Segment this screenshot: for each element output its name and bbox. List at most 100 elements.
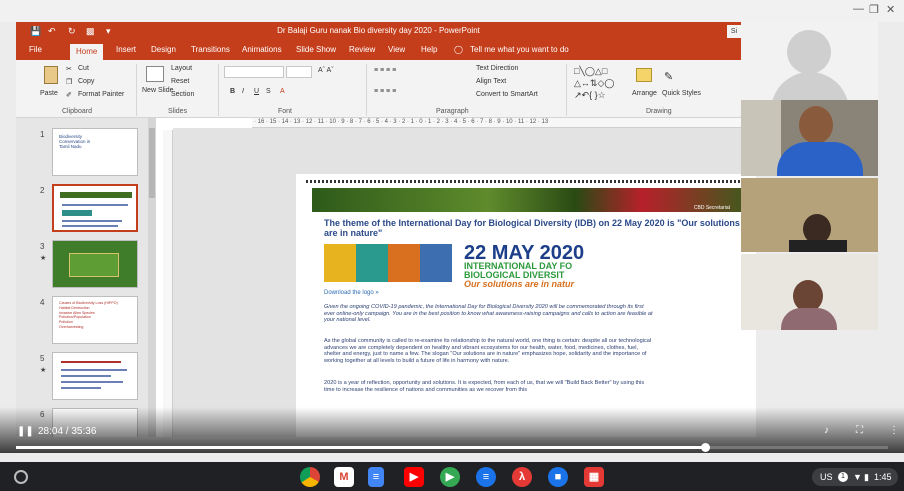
hero-banner-image <box>312 188 752 212</box>
slide-thumbnail-2[interactable] <box>52 184 138 232</box>
more-options-icon[interactable]: ⋮ <box>889 425 899 436</box>
sign-in-button[interactable]: Si <box>727 25 741 38</box>
font-size-dropdown[interactable] <box>286 66 312 78</box>
minimize-icon[interactable]: — <box>853 3 864 15</box>
youtube-icon[interactable]: ▶ <box>404 467 424 487</box>
group-font: Font <box>278 108 293 115</box>
launcher-icon[interactable] <box>14 470 28 484</box>
slide-thumbnails-pane: 1 Biodiversity Conservation in Tamil Nad… <box>16 118 150 437</box>
convert-smartart-button[interactable]: Convert to SmartArt <box>476 91 538 98</box>
desktop-top-bar: — ❐ ✕ <box>0 0 904 22</box>
docs-icon[interactable]: ≡ <box>368 467 384 487</box>
quick-styles-button[interactable]: Quick Styles <box>662 90 701 97</box>
tab-home[interactable]: Home <box>70 44 104 60</box>
tab-review[interactable]: Review <box>349 45 375 54</box>
tab-animations[interactable]: Animations <box>242 45 282 54</box>
slide-canvas: CBD Secretariat The theme of the Interna… <box>173 128 756 437</box>
messages-icon[interactable]: ≡ <box>476 467 496 487</box>
participant-tile-speaker <box>741 100 880 176</box>
format-painter-button[interactable]: Format Painter <box>78 91 124 98</box>
battery-icon: ▮ <box>864 472 869 482</box>
avatar-icon <box>787 30 831 74</box>
shapes-gallery-row2-icon[interactable]: △↔⇅◇◯ <box>574 78 614 89</box>
thumb-text: Overharvesting <box>59 324 84 329</box>
pause-icon[interactable]: ❚❚ <box>17 426 34 437</box>
restore-icon[interactable]: ❐ <box>869 3 879 16</box>
slide-paragraph-1: Given the ongoing COVID-19 pandemic, the… <box>324 304 653 323</box>
animation-star-icon: ★ <box>40 255 47 262</box>
format-painter-icon: ✐ <box>66 92 72 99</box>
files-icon[interactable]: ■ <box>548 467 568 487</box>
participant-tile-2 <box>741 178 880 252</box>
underline-icon[interactable]: U <box>254 88 259 95</box>
seek-bar[interactable] <box>16 443 888 452</box>
slide-thumbnail-3[interactable] <box>52 240 138 288</box>
slide-thumbnail-4[interactable]: Causes of Biodiversity Loss (HIPPO) Habi… <box>52 296 138 344</box>
arrange-button[interactable]: Arrange <box>632 90 657 97</box>
paste-icon[interactable] <box>44 66 58 84</box>
vertical-ruler <box>163 130 173 437</box>
idb-logo <box>324 244 452 282</box>
chrome-icon[interactable] <box>300 467 320 487</box>
thumb-number: 4 <box>40 298 45 307</box>
tab-design[interactable]: Design <box>151 45 176 54</box>
play-store-icon[interactable]: ▶ <box>440 467 460 487</box>
volume-icon[interactable]: ♪ <box>824 425 829 436</box>
layout-button[interactable]: Layout <box>171 65 192 72</box>
align-icon[interactable]: ≡ ≡ ≡ ≡ <box>374 88 396 95</box>
seek-handle[interactable] <box>700 443 710 452</box>
arrange-icon[interactable] <box>636 68 652 82</box>
horizontal-ruler: · 16 · 15 · 14 · 13 · 12 · 11 · 10 · 9 ·… <box>252 118 741 128</box>
group-paragraph: Paragraph <box>436 108 469 115</box>
tab-insert[interactable]: Insert <box>116 45 136 54</box>
tab-help[interactable]: Help <box>421 45 437 54</box>
align-text-button[interactable]: Align Text <box>476 78 506 85</box>
new-slide-icon[interactable] <box>146 66 164 82</box>
powerpoint-window: 💾 ↶ ↻ ▩ ▾ Dr Balaji Guru nanak Bio diver… <box>16 22 756 437</box>
window-title: Dr Balaji Guru nanak Bio diversity day 2… <box>277 26 480 35</box>
tab-transitions[interactable]: Transitions <box>191 45 230 54</box>
font-grow-icon[interactable]: Aˆ Aˇ <box>318 67 334 74</box>
screen: — ❐ ✕ 💾 ↶ ↻ ▩ ▾ Dr Balaji Guru nanak Bio… <box>0 0 904 491</box>
cut-button[interactable]: Cut <box>78 65 89 72</box>
system-tray[interactable]: US 1 ▼ ▮ 1:45 <box>812 468 898 486</box>
thumb-number: 2 <box>40 186 45 195</box>
scissors-icon: ✂ <box>66 66 72 73</box>
shapes-gallery-row3-icon[interactable]: ↗↶{ }☆ <box>574 90 606 101</box>
section-button[interactable]: Section <box>171 91 194 98</box>
bullets-icon[interactable]: ≡ ≡ ≡ ≡ <box>374 67 396 74</box>
thumb-number: 5 <box>40 354 45 363</box>
current-slide[interactable]: CBD Secretariat The theme of the Interna… <box>296 174 756 437</box>
quick-styles-icon[interactable]: ✎ <box>664 70 673 83</box>
paste-button[interactable]: Paste <box>40 90 58 97</box>
slide-thumbnail-5[interactable] <box>52 352 138 400</box>
reset-button[interactable]: Reset <box>171 78 189 85</box>
slide-paragraph-3: 2020 is a year of reflection, opportunit… <box>324 380 645 393</box>
slide-thumbnail-1[interactable]: Biodiversity Conservation in Tamil Nadu <box>52 128 138 176</box>
calendar-icon[interactable]: ▦ <box>584 467 604 487</box>
gmail-icon[interactable]: M <box>334 467 354 487</box>
acrobat-icon[interactable]: λ <box>512 467 532 487</box>
download-logo-link[interactable]: Download the logo » <box>324 290 379 296</box>
web-nav-strip <box>306 180 746 183</box>
italic-icon[interactable]: I <box>242 88 244 95</box>
right-scrollbar[interactable] <box>878 22 904 437</box>
close-icon[interactable]: ✕ <box>886 3 895 16</box>
tab-view[interactable]: View <box>388 45 405 54</box>
wifi-icon: ▼ <box>853 472 862 482</box>
shapes-gallery-icon[interactable]: □╲◯△□ <box>574 66 607 77</box>
tab-slide-show[interactable]: Slide Show <box>296 45 336 54</box>
tell-me-search[interactable]: Tell me what you want to do <box>470 45 569 54</box>
font-color-icon[interactable]: A <box>280 88 285 95</box>
thumbnails-scrollbar[interactable] <box>148 118 156 437</box>
bold-icon[interactable]: B <box>230 88 235 95</box>
fullscreen-icon[interactable]: ⛶ <box>856 425 863 436</box>
text-direction-button[interactable]: Text Direction <box>476 65 518 72</box>
tab-file[interactable]: File <box>29 45 42 54</box>
new-slide-button[interactable]: New Slide <box>142 87 174 94</box>
participant-tile-avatar <box>741 22 880 100</box>
thumb-number: 3 <box>40 242 45 251</box>
strikethrough-icon[interactable]: S <box>266 88 271 95</box>
copy-button[interactable]: Copy <box>78 78 94 85</box>
font-name-dropdown[interactable] <box>224 66 284 78</box>
